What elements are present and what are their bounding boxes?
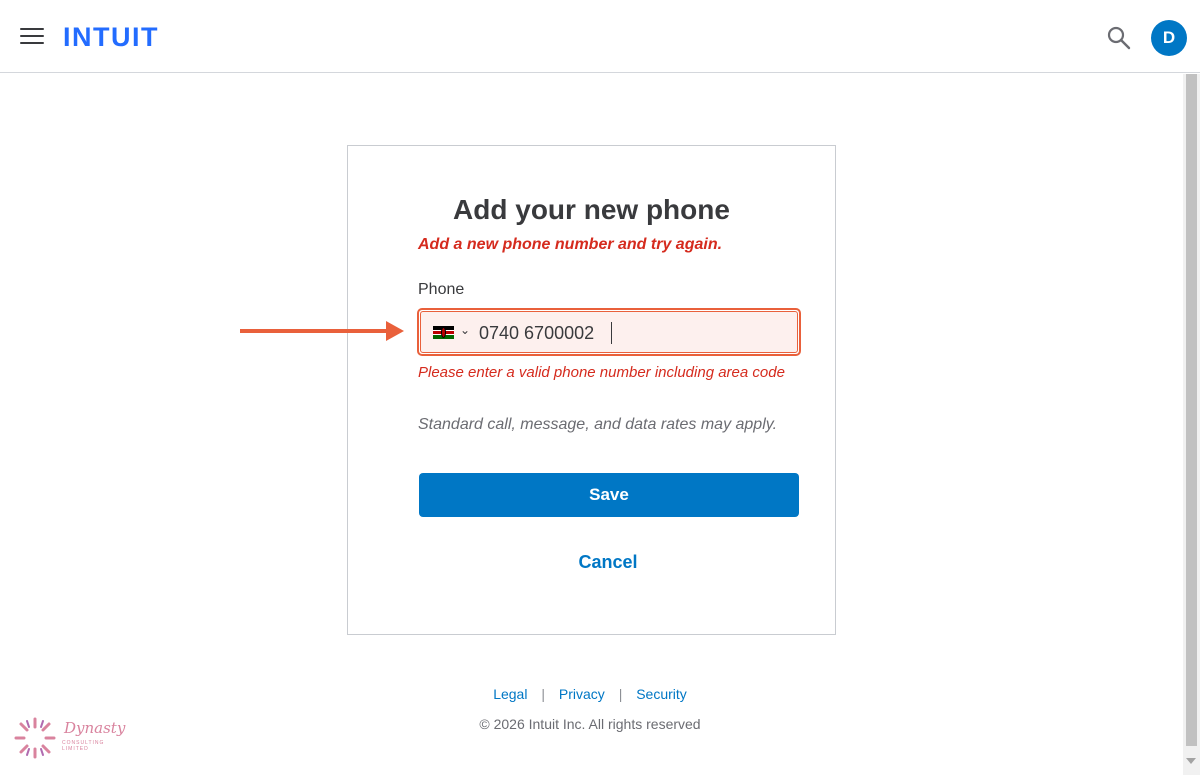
page-title: Add your new phone: [453, 194, 730, 225]
footer-privacy-link[interactable]: Privacy: [559, 686, 605, 702]
scrollbar-thumb[interactable]: [1186, 74, 1197, 746]
error-banner: Add a new phone number and try again.: [418, 236, 723, 253]
phone-field-inner: ⌄: [420, 311, 798, 353]
copyright-text: © 2026 Intuit Inc. All rights reserved: [479, 716, 701, 732]
kenya-flag-icon[interactable]: [433, 326, 454, 339]
footer-legal-link[interactable]: Legal: [493, 686, 527, 702]
footer-separator: |: [541, 686, 545, 702]
watermark-subtitle: CONSULTING LIMITED: [62, 740, 105, 752]
footer-separator: |: [618, 686, 623, 702]
annotation-arrow-icon: [386, 321, 404, 341]
watermark-burst-icon: [14, 717, 56, 759]
dynasty-watermark-logo: Dynasty CONSULTING LIMITED: [12, 713, 127, 763]
watermark-name: Dynasty: [64, 719, 126, 737]
add-phone-card: Add your new phone Add a new phone numbe…: [347, 145, 836, 635]
annotation-arrow-shaft: [240, 329, 390, 333]
text-caret: [611, 322, 612, 344]
cancel-link[interactable]: Cancel: [348, 552, 868, 573]
hamburger-menu-icon[interactable]: [20, 28, 44, 46]
top-navigation-bar: INTUIT D: [0, 0, 1200, 73]
phone-input[interactable]: [479, 320, 779, 346]
search-icon[interactable]: [1106, 25, 1132, 51]
chevron-down-icon[interactable]: ⌄: [460, 323, 470, 337]
footer-security-link[interactable]: Security: [636, 686, 687, 702]
rates-notice: Standard call, message, and data rates m…: [418, 416, 778, 433]
phone-field[interactable]: ⌄: [417, 308, 801, 356]
save-button[interactable]: Save: [419, 473, 799, 517]
scroll-down-arrow-icon[interactable]: [1186, 758, 1196, 764]
user-avatar[interactable]: D: [1151, 20, 1187, 56]
intuit-logo[interactable]: INTUIT: [63, 22, 159, 53]
phone-field-error: Please enter a valid phone number includ…: [418, 364, 785, 381]
footer-links: Legal | Privacy | Security: [0, 686, 1180, 702]
phone-label: Phone: [418, 281, 465, 298]
